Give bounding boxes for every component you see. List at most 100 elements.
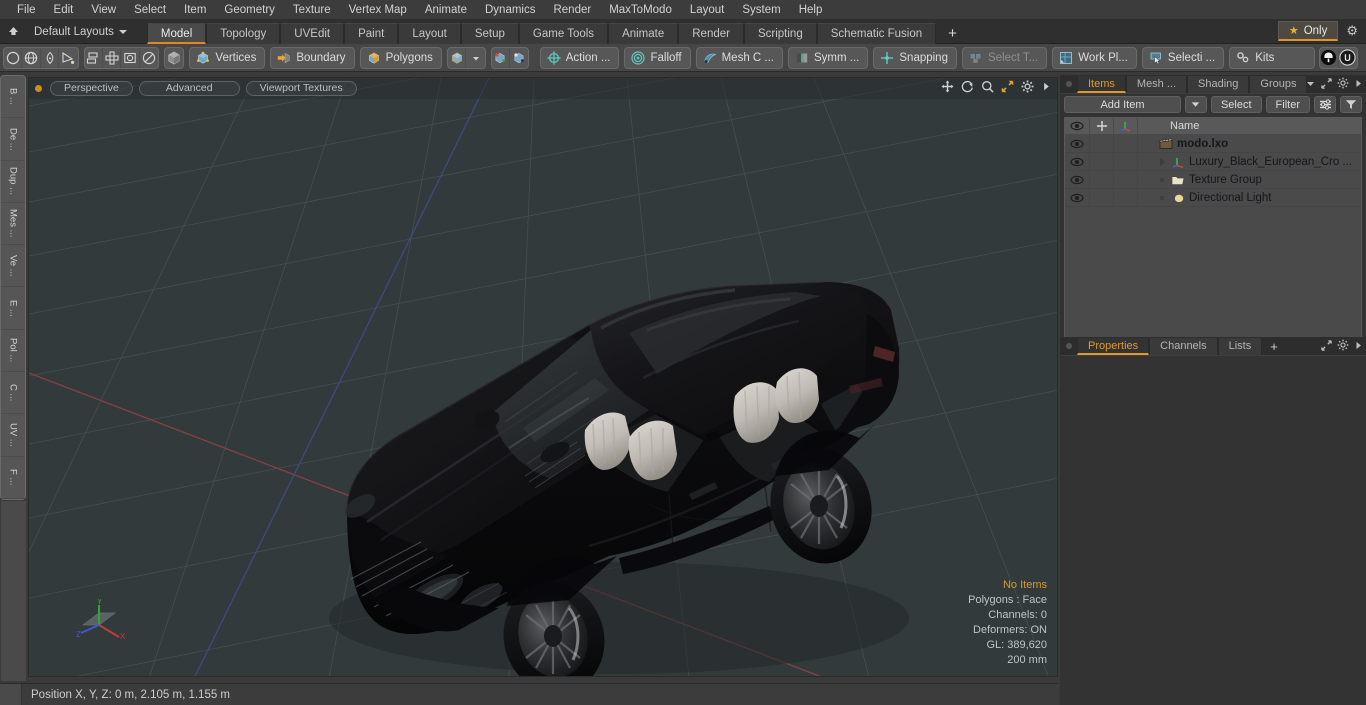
action-center-button[interactable]: Action ...: [539, 46, 620, 69]
menu-item-system[interactable]: System: [733, 0, 789, 20]
fit-icon[interactable]: [1001, 80, 1014, 93]
menu-item-view[interactable]: View: [82, 0, 125, 20]
left-tool-tab-0[interactable]: B ...: [1, 76, 25, 119]
funnel-icon[interactable]: [1340, 96, 1362, 113]
pen-icon[interactable]: [41, 47, 60, 68]
panel-tab-items[interactable]: Items: [1077, 76, 1126, 93]
viewport-style-button[interactable]: Advanced: [138, 81, 240, 96]
select-button[interactable]: Select: [1210, 96, 1262, 113]
item-tree-row[interactable]: Directional Light: [1065, 189, 1361, 207]
axis-toggle-cell[interactable]: [1114, 135, 1138, 152]
viewport-textures-button[interactable]: Viewport Textures: [245, 81, 357, 96]
snapping-button[interactable]: Snapping: [873, 46, 957, 69]
polyline-icon[interactable]: [59, 48, 77, 68]
menu-item-render[interactable]: Render: [544, 0, 600, 20]
eye-icon[interactable]: [1065, 153, 1090, 170]
mode-tab-uvedit[interactable]: UVEdit: [280, 22, 345, 44]
kits-button[interactable]: Kits: [1229, 46, 1316, 69]
mesh-constraint-button[interactable]: Mesh C ...: [695, 46, 783, 69]
zoom-icon[interactable]: [981, 80, 994, 93]
gear-icon[interactable]: [1337, 77, 1349, 92]
select-through-button[interactable]: Select T...: [961, 46, 1048, 69]
item-tree-row[interactable]: Texture Group: [1065, 171, 1361, 189]
left-tool-tab-2[interactable]: Dup ...: [1, 161, 25, 203]
left-tool-tab-3[interactable]: Mes ...: [1, 203, 25, 246]
mode-vertices-button[interactable]: Vertices: [189, 46, 266, 69]
menu-item-geometry[interactable]: Geometry: [215, 0, 284, 20]
item-tree[interactable]: Name modo.lxo Luxury_Black_European_Cro .…: [1064, 117, 1362, 339]
props-tab-channels[interactable]: Channels: [1149, 338, 1218, 355]
add-props-tab-button[interactable]: +: [1262, 338, 1286, 355]
menu-item-maxtomodo[interactable]: MaxToModo: [600, 0, 681, 20]
symmetry-button[interactable]: Symm ...: [788, 46, 869, 69]
menu-item-vertex-map[interactable]: Vertex Map: [340, 0, 416, 20]
menu-item-animate[interactable]: Animate: [416, 0, 476, 20]
left-tool-tab-4[interactable]: Ve ...: [1, 245, 25, 288]
mirror-icon[interactable]: [85, 47, 103, 68]
viewport-projection-button[interactable]: Perspective: [50, 81, 133, 96]
axis-gizmo[interactable]: Y X Z: [75, 597, 137, 654]
menu-item-edit[interactable]: Edit: [45, 0, 83, 20]
chevron-down-icon[interactable]: [1305, 79, 1316, 91]
transform-toggle-cell[interactable]: [1090, 135, 1114, 152]
panel-tab-mesh-[interactable]: Mesh ...: [1125, 76, 1188, 93]
arrow-right-icon[interactable]: [1041, 80, 1051, 93]
expand-icon[interactable]: [1321, 77, 1332, 92]
selection-set-button[interactable]: Selecti ...: [1141, 46, 1225, 69]
left-tool-tab-8[interactable]: UV ...: [1, 414, 25, 457]
left-tool-tab-7[interactable]: C ...: [1, 372, 25, 415]
list-options-icon[interactable]: [1314, 96, 1336, 113]
left-tool-tab-1[interactable]: De ...: [1, 118, 25, 161]
eye-icon[interactable]: [1065, 189, 1090, 206]
mode-polygons-button[interactable]: Polygons: [359, 46, 442, 69]
menu-item-select[interactable]: Select: [125, 0, 175, 20]
mode-tab-paint[interactable]: Paint: [344, 22, 399, 44]
modo-icon[interactable]: [1320, 47, 1339, 68]
add-item-dropdown[interactable]: [1184, 96, 1207, 113]
eye-icon[interactable]: [1065, 135, 1090, 152]
collapse-triangle-icon[interactable]: [1144, 141, 1152, 146]
arrow-right-icon[interactable]: [1354, 340, 1363, 354]
menu-item-texture[interactable]: Texture: [284, 0, 340, 20]
cube-icon[interactable]: [165, 48, 183, 68]
add-layout-tab-button[interactable]: +: [936, 23, 969, 44]
mode-tab-layout[interactable]: Layout: [398, 22, 461, 44]
mode-tab-model[interactable]: Model: [146, 22, 207, 44]
radial-icon[interactable]: [140, 48, 158, 68]
mode-tab-render[interactable]: Render: [678, 22, 744, 44]
expand-icon[interactable]: [1321, 339, 1332, 354]
mode-tab-game-tools[interactable]: Game Tools: [518, 22, 609, 44]
rotate-icon[interactable]: [961, 80, 974, 93]
only-toggle-button[interactable]: ★ Only: [1277, 21, 1339, 41]
mode-tab-schematic-fusion[interactable]: Schematic Fusion: [816, 22, 937, 44]
cube-dropdown-icon[interactable]: [448, 47, 467, 68]
left-tool-tab-6[interactable]: Pol ...: [1, 330, 25, 373]
left-tool-tab-5[interactable]: E ...: [1, 287, 25, 330]
eye-icon[interactable]: [1065, 171, 1090, 188]
globe-icon[interactable]: [22, 47, 41, 68]
add-item-button[interactable]: Add Item: [1064, 96, 1181, 113]
transform-toggle-cell[interactable]: [1090, 189, 1114, 206]
panel-tab-groups[interactable]: Groups: [1249, 76, 1308, 93]
item-tree-row[interactable]: Luxury_Black_European_Cro ...: [1065, 153, 1361, 171]
falloff-button[interactable]: Falloff: [624, 46, 691, 69]
menu-item-help[interactable]: Help: [790, 0, 832, 20]
layout-selector[interactable]: Default Layouts: [26, 26, 135, 38]
home-up-icon[interactable]: [0, 21, 26, 43]
mode-boundary-button[interactable]: Boundary: [270, 46, 355, 69]
axis-toggle-cell[interactable]: [1114, 153, 1138, 170]
gear-icon[interactable]: [1021, 80, 1034, 93]
gear-icon[interactable]: ⚙: [1342, 23, 1362, 39]
expand-triangle-icon[interactable]: [1160, 157, 1165, 166]
left-tool-tab-9[interactable]: F ...: [1, 457, 25, 499]
unreal-icon[interactable]: [1339, 48, 1357, 68]
axis-toggle-cell[interactable]: [1114, 171, 1138, 188]
mode-tab-topology[interactable]: Topology: [206, 22, 281, 44]
menu-item-dynamics[interactable]: Dynamics: [476, 0, 544, 20]
frame-icon[interactable]: [121, 47, 140, 68]
item-tree-row[interactable]: modo.lxo: [1065, 135, 1361, 153]
transform-toggle-cell[interactable]: [1090, 153, 1114, 170]
gear-icon[interactable]: [1337, 339, 1349, 354]
axis-toggle-cell[interactable]: [1114, 189, 1138, 206]
mode-tab-scripting[interactable]: Scripting: [743, 22, 817, 44]
